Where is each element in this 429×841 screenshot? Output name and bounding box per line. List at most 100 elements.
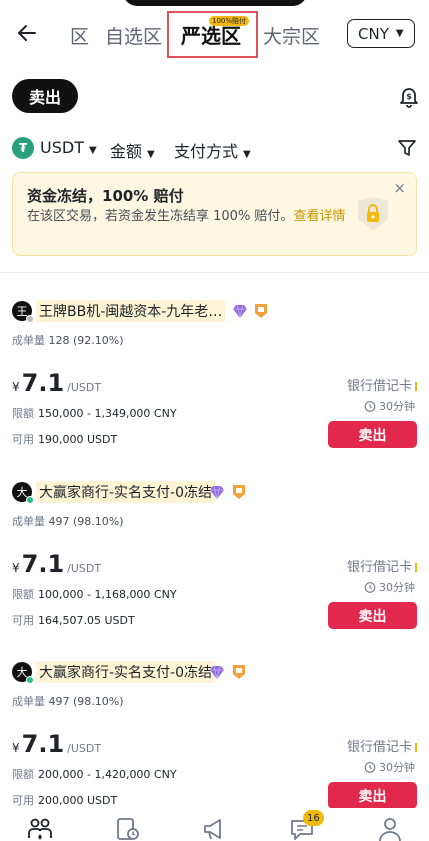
available-label: 可用 [12,433,34,446]
available-value: 200,000 USDT [38,794,118,807]
banner-details-link[interactable]: 查看详情 [293,209,345,224]
payment-method: 银行借记卡 [347,736,417,755]
banner-text: 在该区交易，若资金发生冻结享 100% 赔付。查看详情 [27,208,347,226]
price-unit: /USDT [67,381,102,394]
close-icon[interactable]: × [393,179,406,197]
currency-symbol: ¥ [12,741,20,755]
limit-row: 限额 100,000 - 1,168,000 CNY [12,586,177,602]
currency-selector[interactable]: CNY ▼ [347,19,415,48]
order-stats: 成单量 497 (98.10%) [12,693,124,709]
price: ¥7.1/USDT [12,550,101,578]
svg-text:$: $ [406,92,412,101]
price-value: 7.1 [21,369,65,397]
payment-method-label: 银行借记卡 [346,740,412,755]
payment-method: 银行借记卡 [347,375,417,394]
tab-bulk-zone[interactable]: 大宗区 [263,22,320,49]
orders-label: 成单量 [12,515,45,528]
notification-bell-icon[interactable]: $ [397,84,421,108]
limit-row: 限额 150,000 - 1,349,000 CNY [12,405,177,421]
merchant-name[interactable]: 大赢家商行-实名支付-0冻结 [36,661,216,683]
ads-icon[interactable] [201,816,227,841]
guarantee-banner: 资金冻结，100% 赔付 在该区交易，若资金发生冻结享 100% 赔付。查看详情… [12,172,417,256]
sell-button[interactable]: 卖出 [328,602,417,629]
currency-symbol: ¥ [12,380,20,394]
available-label: 可用 [12,614,34,627]
caret-down-icon: ▼ [243,149,251,160]
merchant-name[interactable]: 王牌BB机-闽越资本-九年老… [36,300,226,322]
coin-filter-label: USDT [40,138,84,157]
usdt-coin-icon: ₮ [12,137,34,159]
limit-label: 限额 [12,407,34,420]
p2p-icon[interactable] [27,816,53,841]
highlight-annotation-box [167,11,258,58]
time-value: 30分钟 [379,400,415,413]
amount-filter[interactable]: 金额 ▼ [110,138,155,162]
payment-time: 30分钟 [364,759,415,775]
price-unit: /USDT [67,742,102,755]
tab-partial[interactable]: 区 [63,22,89,49]
payment-time: 30分钟 [364,579,415,595]
sell-button[interactable]: 卖出 [328,782,417,809]
available-row: 可用 200,000 USDT [12,792,117,808]
price-value: 7.1 [21,550,65,578]
caret-down-icon: ▼ [88,145,97,156]
available-row: 可用 190,000 USDT [12,431,117,447]
chat-unread-badge: 16 [303,810,324,826]
price: ¥7.1/USDT [12,730,101,758]
limit-value: 200,000 - 1,420,000 CNY [38,768,177,781]
shield-lock-icon [358,197,388,231]
orders-value: 128 (92.10%) [48,334,124,347]
limit-row: 限额 200,000 - 1,420,000 CNY [12,766,177,782]
profile-icon[interactable] [377,816,403,841]
available-value: 164,507.05 USDT [38,614,135,627]
sell-button[interactable]: 卖出 [328,421,417,448]
offline-status-dot [26,315,34,323]
merchant-medal-icon [255,304,267,318]
ad-listing: 大 大赢家商行-实名支付-0冻结 成单量 497 (98.10%) ¥7.1/U… [0,481,429,662]
online-status-dot [26,676,34,684]
currency-label: CNY [358,24,389,43]
available-label: 可用 [12,794,34,807]
back-arrow-icon[interactable] [14,20,40,46]
clock-icon [364,762,376,773]
caret-down-icon: ▼ [395,28,404,39]
payment-method-label: 银行借记卡 [346,560,412,575]
filter-funnel-icon[interactable] [397,138,417,158]
time-value: 30分钟 [379,761,415,774]
price-value: 7.1 [21,730,65,758]
limit-label: 限额 [12,588,34,601]
caret-down-icon: ▼ [147,149,155,160]
payment-color-bar [415,743,417,752]
limit-label: 限额 [12,768,34,781]
payment-filter[interactable]: 支付方式 ▼ [174,138,251,162]
payment-method-label: 银行借记卡 [346,379,412,394]
order-stats: 成单量 128 (92.10%) [12,332,124,348]
filter-bar: ₮ USDT ▼ 金额 ▼ 支付方式 ▼ [12,136,417,162]
section-divider [0,272,429,273]
limit-value: 100,000 - 1,168,000 CNY [38,588,177,601]
time-value: 30分钟 [379,581,415,594]
clock-icon [364,582,376,593]
coin-filter[interactable]: USDT ▼ [40,138,97,157]
online-status-dot [26,496,34,504]
amount-filter-label: 金额 [110,142,143,161]
merchant-medal-icon [233,665,245,679]
tab-custom-zone[interactable]: 自选区 [105,22,162,49]
sell-mode-button[interactable]: 卖出 [12,79,78,113]
orders-label: 成单量 [12,695,45,708]
payment-filter-label: 支付方式 [174,142,239,161]
currency-symbol: ¥ [12,561,20,575]
merchant-name[interactable]: 大赢家商行-实名支付-0冻结 [36,481,216,503]
payment-method: 银行借记卡 [347,556,417,575]
banner-title: 资金冻结，100% 赔付 [27,187,184,205]
available-value: 190,000 USDT [38,433,118,446]
orders-label: 成单量 [12,334,45,347]
price: ¥7.1/USDT [12,369,101,397]
banner-description: 在该区交易，若资金发生冻结享 100% 赔付。 [27,209,294,224]
merchant-medal-icon [233,485,245,499]
price-unit: /USDT [67,562,102,575]
orders-icon[interactable] [115,816,141,841]
limit-value: 150,000 - 1,349,000 CNY [38,407,177,420]
orders-value: 497 (98.10%) [48,515,124,528]
payment-time: 30分钟 [364,398,415,414]
